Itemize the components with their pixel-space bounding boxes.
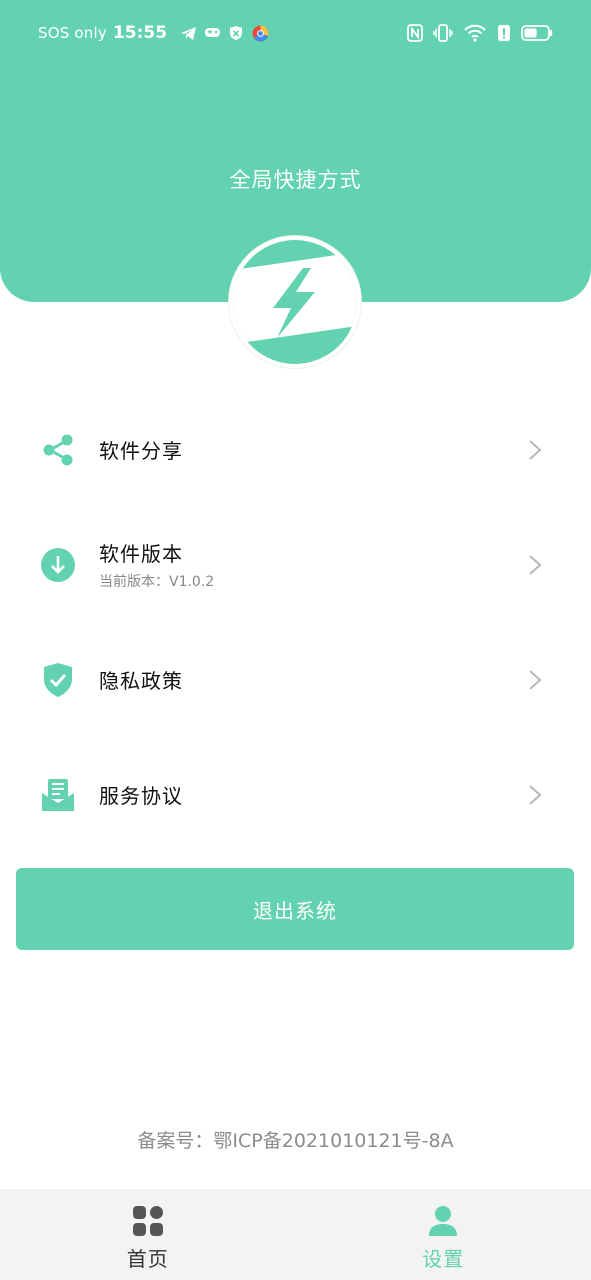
grid-icon: [132, 1205, 164, 1237]
vpn-shield-icon: [227, 24, 245, 42]
menu-item-agreement[interactable]: 服务协议: [0, 737, 591, 852]
chevron-right-icon: [529, 439, 542, 460]
download-icon: [40, 547, 76, 583]
bottom-tab-bar: 首页 设置: [0, 1189, 591, 1280]
document-tray-icon: [40, 777, 76, 813]
shield-check-icon: [40, 662, 76, 698]
alert-icon: [497, 24, 511, 42]
chevron-right-icon: [529, 554, 542, 575]
user-icon: [427, 1205, 459, 1237]
vibrate-icon: [433, 24, 453, 42]
status-bar: SOS only 15:55: [0, 0, 591, 66]
menu-item-share[interactable]: 软件分享: [0, 392, 591, 507]
tab-home-label: 首页: [126, 1247, 169, 1271]
menu-item-agreement-label: 服务协议: [99, 784, 183, 808]
logout-button[interactable]: 退出系统: [16, 868, 574, 950]
menu-item-version[interactable]: 软件版本 当前版本：V1.0.2: [0, 507, 591, 622]
lightning-logo-icon: [233, 240, 357, 364]
menu-item-privacy-label: 隐私政策: [99, 669, 183, 693]
tab-settings-label: 设置: [422, 1247, 465, 1271]
tab-home[interactable]: 首页: [0, 1189, 296, 1280]
icp-record-text: 备案号：鄂ICP备2021010121号-8A: [137, 1130, 454, 1152]
carrier-text: SOS only: [38, 24, 107, 42]
clock: 15:55: [112, 23, 168, 43]
chevron-right-icon: [529, 669, 542, 690]
telegram-icon: [179, 24, 197, 42]
wifi-icon: [463, 24, 487, 42]
battery-icon: [521, 24, 553, 42]
share-icon: [40, 432, 76, 468]
current-version-text: 当前版本：V1.0.2: [99, 574, 215, 590]
chrome-app-icon: [251, 24, 269, 42]
menu-item-version-label: 软件版本: [99, 542, 183, 566]
tab-settings[interactable]: 设置: [296, 1189, 591, 1280]
game-controller-icon: [203, 24, 221, 42]
app-logo: [229, 236, 361, 368]
menu-item-share-label: 软件分享: [99, 439, 183, 463]
chevron-right-icon: [529, 784, 542, 805]
nfc-icon: [407, 24, 423, 42]
settings-menu: 软件分享 软件版本 当前版本：V1.0.2 隐私政策 服务协议: [0, 392, 591, 852]
menu-item-privacy[interactable]: 隐私政策: [0, 622, 591, 737]
app-title: 全局快捷方式: [229, 168, 362, 192]
